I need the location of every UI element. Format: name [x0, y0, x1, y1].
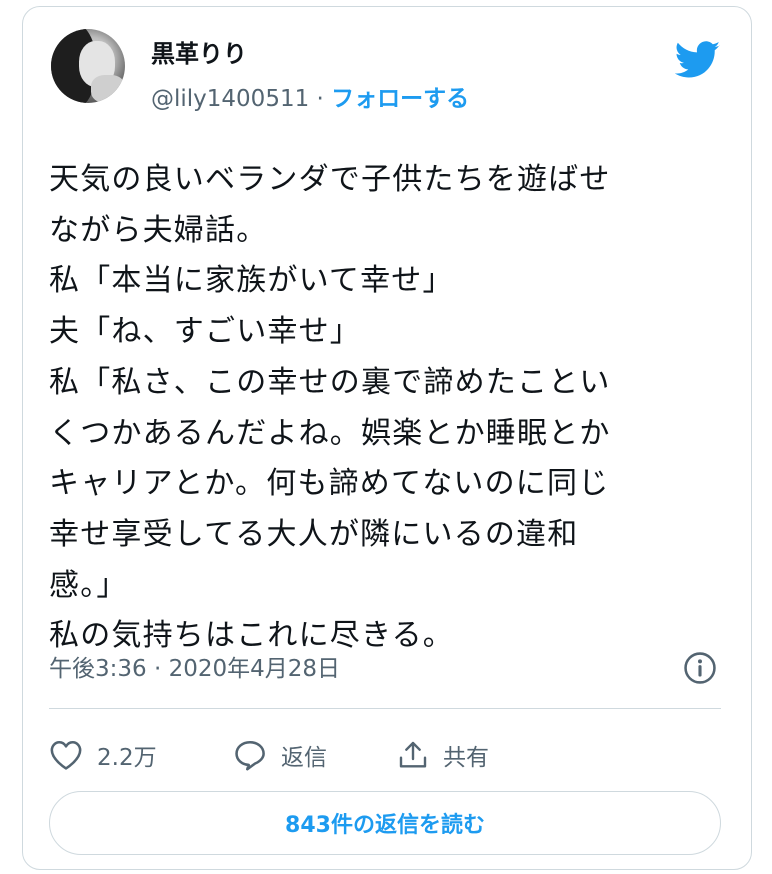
tweet-card: 黒革りり @lily1400511 · フォローする 天気の良いベランダで子供た… — [22, 6, 752, 870]
handle-separator: · — [309, 86, 332, 112]
reply-icon — [235, 740, 265, 771]
divider — [49, 708, 721, 709]
share-icon — [399, 741, 427, 768]
tweet-timestamp[interactable]: 午後3:36 · 2020年4月28日 — [49, 651, 340, 687]
share-label: 共有 — [443, 745, 489, 771]
like-count: 2.2万 — [97, 745, 157, 771]
share-button[interactable]: 共有 — [397, 733, 489, 777]
tweet-text: 天気の良いベランダで子供たちを遊ばせ ながら夫婦話。 私「本当に家族がいて幸せ」… — [49, 162, 611, 654]
read-replies-button[interactable]: 843件の返信を読む — [49, 791, 721, 855]
reply-button[interactable]: 返信 — [233, 733, 327, 777]
author-name[interactable]: 黒革りり — [151, 37, 247, 71]
follow-button[interactable]: フォローする — [331, 86, 469, 112]
avatar[interactable] — [51, 29, 125, 103]
author-handle[interactable]: @lily1400511 — [151, 86, 309, 112]
like-button[interactable]: 2.2万 — [49, 733, 157, 777]
twitter-bird-icon[interactable] — [675, 41, 721, 79]
heart-icon — [50, 740, 82, 770]
author-handle-row: @lily1400511 · フォローする — [151, 83, 469, 115]
reply-label: 返信 — [281, 745, 327, 771]
info-icon[interactable] — [683, 651, 717, 685]
